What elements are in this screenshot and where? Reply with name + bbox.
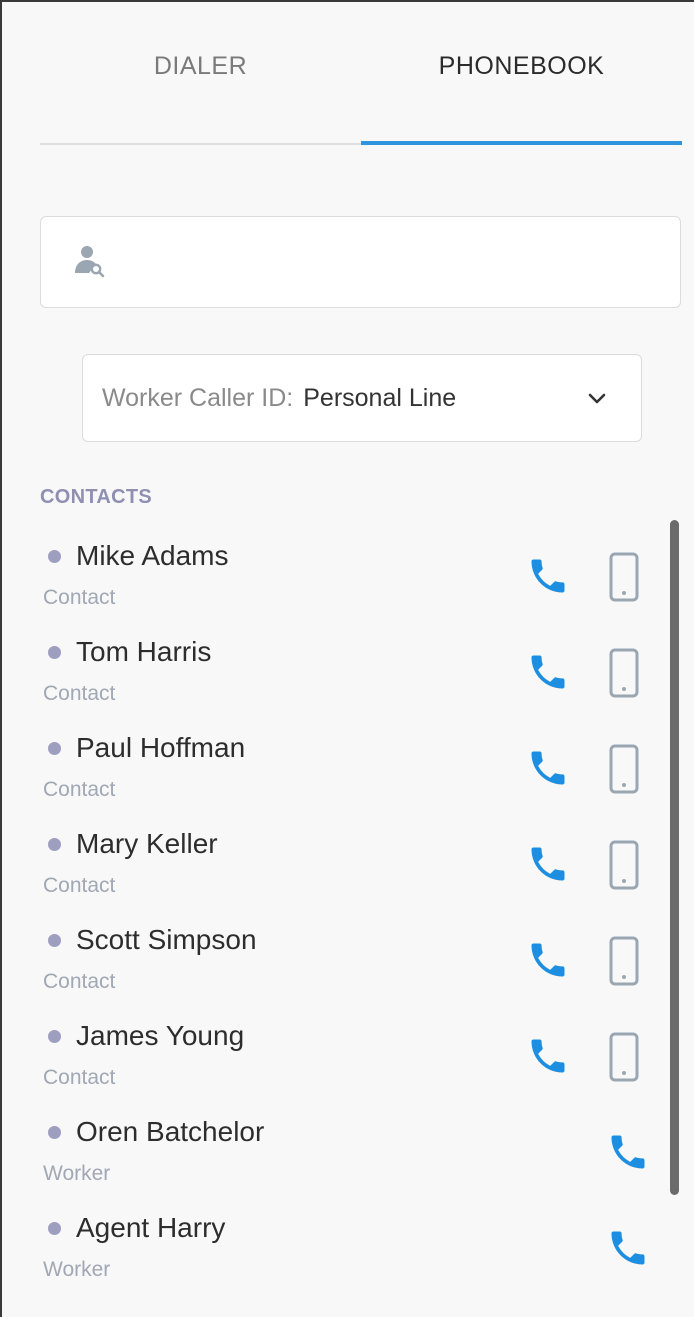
status-dot <box>48 1126 61 1139</box>
phone-icon[interactable] <box>526 554 570 598</box>
phone-icon[interactable] <box>526 746 570 790</box>
contact-name: Mary Keller <box>76 828 218 859</box>
contact-type: Worker <box>43 1258 111 1281</box>
contact-name: Paul Hoffman <box>76 732 246 763</box>
contact-name: James Young <box>76 1020 245 1051</box>
contact-name: Scott Simpson <box>76 924 257 955</box>
chevron-down-icon <box>588 393 606 404</box>
list-scrollbar[interactable] <box>670 520 679 1195</box>
active-tab-indicator <box>361 141 682 145</box>
status-dot <box>48 646 61 659</box>
tab-phonebook[interactable]: PHONEBOOK <box>361 2 682 146</box>
tab-phonebook-label: PHONEBOOK <box>438 51 605 80</box>
phone-icon[interactable] <box>606 1130 650 1174</box>
contact-name: Agent Harry <box>76 1212 226 1243</box>
search-input[interactable] <box>117 232 657 292</box>
phone-icon[interactable] <box>526 842 570 886</box>
contact-type: Contact <box>43 778 116 801</box>
worker-caller-id-select[interactable]: Worker Caller ID: Personal Line <box>82 354 642 442</box>
status-dot <box>48 934 61 947</box>
status-dot <box>48 550 61 563</box>
phonebook-panel: DIALER PHONEBOOK Worker Caller ID: Perso… <box>0 0 694 1317</box>
contact-type: Contact <box>43 682 116 705</box>
contact-type: Contact <box>43 970 116 993</box>
contact-type: Contact <box>43 1066 116 1089</box>
contact-row: James Young Contact <box>40 1008 660 1104</box>
contact-type: Contact <box>43 874 116 897</box>
contact-row: Agent Harry Worker <box>40 1200 660 1296</box>
tab-dialer[interactable]: DIALER <box>40 2 361 146</box>
tab-bar: DIALER PHONEBOOK <box>40 2 682 146</box>
mobile-phone-icon[interactable] <box>608 648 640 698</box>
contact-row: Mike Adams Contact <box>40 528 660 624</box>
contact-type: Contact <box>43 586 116 609</box>
mobile-phone-icon[interactable] <box>608 840 640 890</box>
phone-icon[interactable] <box>526 650 570 694</box>
mobile-phone-icon[interactable] <box>608 744 640 794</box>
contact-name: Tom Harris <box>76 636 212 667</box>
mobile-phone-icon[interactable] <box>608 552 640 602</box>
status-dot <box>48 1222 61 1235</box>
contact-name: Oren Batchelor <box>76 1116 265 1147</box>
contacts-list: Mike Adams Contact Tom Harris Contact Pa… <box>40 528 660 1288</box>
phone-icon[interactable] <box>606 1226 650 1270</box>
mobile-phone-icon[interactable] <box>608 1032 640 1082</box>
contact-row: Mary Keller Contact <box>40 816 660 912</box>
caller-id-label: Worker Caller ID: <box>102 383 294 412</box>
tab-dialer-label: DIALER <box>153 51 248 80</box>
contact-row: Scott Simpson Contact <box>40 912 660 1008</box>
contacts-section-title: CONTACTS <box>40 486 153 508</box>
status-dot <box>48 1030 61 1043</box>
person-search-icon <box>75 246 105 278</box>
contact-row: Oren Batchelor Worker <box>40 1104 660 1200</box>
mobile-phone-icon[interactable] <box>608 936 640 986</box>
phone-icon[interactable] <box>526 938 570 982</box>
contact-type: Worker <box>43 1162 111 1185</box>
status-dot <box>48 742 61 755</box>
caller-id-value: Personal Line <box>303 383 457 412</box>
contact-search-box[interactable] <box>40 216 681 308</box>
contact-name: Mike Adams <box>76 540 229 571</box>
contact-row: Paul Hoffman Contact <box>40 720 660 816</box>
status-dot <box>48 838 61 851</box>
phone-icon[interactable] <box>526 1034 570 1078</box>
contact-row: Tom Harris Contact <box>40 624 660 720</box>
